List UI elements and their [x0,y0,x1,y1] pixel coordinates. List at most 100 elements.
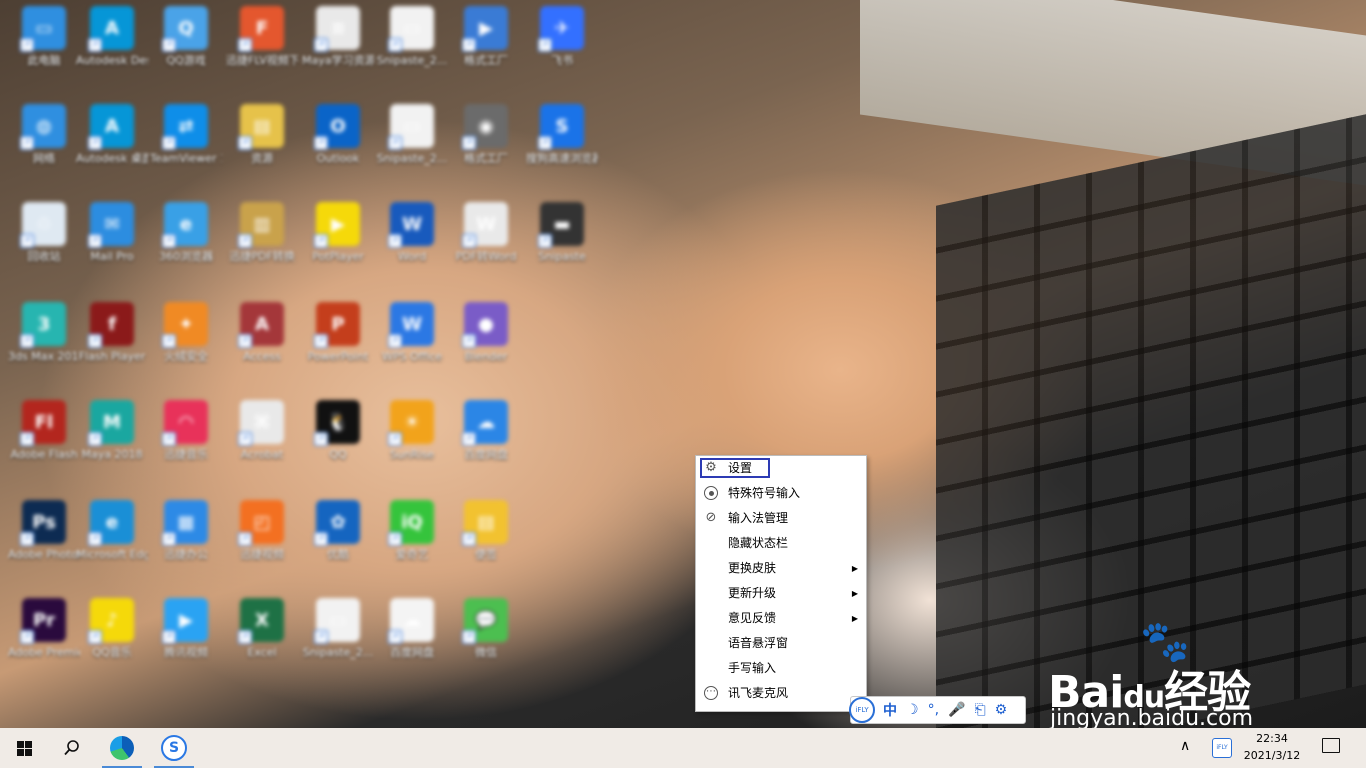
menu-item[interactable]: 特殊符号输入 [696,481,866,506]
desktop-icon[interactable]: ▭ ↗ 此电脑 [8,2,80,98]
microphone-icon[interactable]: 🎤 [948,702,965,718]
menu-item[interactable]: 意见反馈 ▶ [696,606,866,631]
desktop-icon[interactable]: ⇄↗ TeamViewer 12 [150,100,222,196]
desktop-icon[interactable]: W ↗ PDF转Word [450,198,522,294]
app-icon: ▭ ↗ [388,6,434,52]
app-icon: A ↗ [238,302,284,348]
soft-keyboard-icon[interactable]: ⎗ [974,702,985,718]
desktop-icon[interactable]: ◍ ↗ 网络 [8,100,80,196]
desktop-icon[interactable]: ◠ ↗ 迅捷音乐 [150,396,222,492]
desktop-icon[interactable]: Pr↗ Adobe Premiere [8,594,80,690]
desktop-icon[interactable]: ▤ ↗ 便签 [450,496,522,592]
desktop-icon[interactable]: ▶ ↗ 腾讯视频 [150,594,222,690]
desktop-icon[interactable]: ▶ ↗ 格式工厂 [450,2,522,98]
desktop-icon[interactable]: ⌘ ↗ Acrobat [226,396,298,492]
desktop-icon[interactable]: ♪ ↗ QQ音乐 [76,594,148,690]
shortcut-arrow-icon: ↗ [20,432,34,446]
chevron-up-icon[interactable]: ∧ [1180,738,1190,754]
app-icon: ☁ ↗ [462,400,508,446]
desktop-icon[interactable]: ▶ ↗ PotPlayer [302,198,374,294]
menu-item[interactable]: 手写输入 [696,656,866,681]
desktop-icon[interactable]: ◉ ↗ 格式工厂 [450,100,522,196]
desktop-icon[interactable]: ▤ ↗ 资源 [226,100,298,196]
notification-icon[interactable] [1322,738,1340,753]
taskbar-sogou-browser[interactable]: S [150,728,198,768]
taskbar-clock[interactable]: 22:34 2021/3/12 [1236,730,1308,764]
app-icon: ◍ ↗ [20,104,66,150]
desktop-icon[interactable]: ▭ ↗ Snipaste_2... [302,594,374,690]
app-icon: ▤ ↗ [238,104,284,150]
desktop-icon[interactable]: ✦ ↗ 火绒安全 [150,298,222,394]
shortcut-arrow-icon: ↗ [20,234,34,248]
desktop-icon-grid: ▭↗ 此电脑 A↗ Autodesk Desktop Q↗ QQ游戏 F↗ 迅捷FLV视频下载… [0,0,600,720]
desktop-icon[interactable]: ▭ ↗ Snipaste_2... [376,2,448,98]
menu-item[interactable]: 更换皮肤 ▶ [696,556,866,581]
search-button[interactable] [48,728,96,768]
desktop-icon[interactable]: ✿ ↗ 优酷 [302,496,374,592]
submenu-arrow-icon: ▶ [851,614,858,623]
desktop-icon[interactable]: Ps↗ Adobe Photoshop [8,496,80,592]
desktop-icon[interactable]: M ↗ Maya 2018 [76,396,148,492]
desktop-icon[interactable]: A ↗ Access [226,298,298,394]
desktop-icon[interactable]: 3 ↗ 3ds Max 2017 [8,298,80,394]
menu-item[interactable]: 语音悬浮窗 [696,631,866,656]
fullwidth-icon[interactable]: °, [928,702,939,718]
desktop-icon[interactable]: 🐧 ↗ QQ [302,396,374,492]
taskbar-edge[interactable] [98,728,146,768]
shortcut-arrow-icon: ↗ [88,532,102,546]
gear-icon[interactable]: ⚙ [995,702,1008,718]
shortcut-arrow-icon: ↗ [238,630,252,644]
desktop-icon[interactable]: 💬 ↗ 微信 [450,594,522,690]
desktop-icon[interactable]: f ↗ Flash Player [76,298,148,394]
desktop-icon[interactable]: ✉ ↗ Mail Pro [76,198,148,294]
desktop-icon[interactable]: iQ ↗ 爱奇艺 [376,496,448,592]
desktop-icon[interactable]: P ↗ PowerPoint [302,298,374,394]
app-icon: ▶ ↗ [314,202,360,248]
desktop-icon[interactable]: O ↗ Outlook [302,100,374,196]
menu-item[interactable]: 更新升级 ▶ [696,581,866,606]
tray-ifly-icon[interactable]: iFLY [1212,738,1232,758]
app-icon: O ↗ [314,104,360,150]
desktop-icon[interactable]: W ↗ WPS Office [376,298,448,394]
desktop-icon[interactable]: ✈ ↗ 飞书 [526,2,598,98]
desktop-icon[interactable]: ● ↗ Blender [450,298,522,394]
desktop-icon[interactable]: ▭ ↗ Snipaste_2... [376,100,448,196]
desktop-icon[interactable]: e↗ Microsoft Edge [76,496,148,592]
ifly-logo-icon[interactable]: iFLY [849,697,875,723]
desktop-icon[interactable]: F↗ 迅捷FLV视频下载器 [226,2,298,98]
desktop-icon-label: Autodesk Desktop [76,54,148,67]
gear-icon: ⚙ [705,460,717,475]
shortcut-arrow-icon: ↗ [238,38,252,52]
shortcut-arrow-icon: ↗ [238,432,252,446]
desktop-icon[interactable]: ▬ ↗ Snipaste [526,198,598,294]
menu-item[interactable]: ⚙ 设置 [696,456,866,481]
menu-item[interactable]: ⊘ 输入法管理 [696,506,866,531]
desktop-icon[interactable]: ♲ ↗ 回收站 [8,198,80,294]
shortcut-arrow-icon: ↗ [20,334,34,348]
desktop-icon[interactable]: ▦ ↗ 迅捷办公 [150,496,222,592]
desktop-icon[interactable]: ☁ ↗ 百度网盘 [376,594,448,690]
desktop-icon[interactable]: A↗ Autodesk Desktop [76,2,148,98]
more-icon: ⋯ [704,686,718,700]
desktop-icon[interactable]: ☀ ↗ SunRise [376,396,448,492]
desktop-icon[interactable]: X ↗ Excel [226,594,298,690]
desktop-icon[interactable]: S ↗ 搜狗高速浏览器 [526,100,598,196]
desktop-icon-label: Maya学习资源.txt [302,54,374,67]
desktop-icon[interactable]: ◰ ↗ 迅捷视频 [226,496,298,592]
desktop-icon[interactable]: e ↗ 360浏览器 [150,198,222,294]
ime-mode-toggle[interactable]: 中 [883,700,897,720]
shortcut-arrow-icon: ↗ [388,532,402,546]
menu-item[interactable]: ⋯ 讯飞麦克风 [696,681,866,706]
desktop-icon[interactable]: ≡↗ Maya学习资源.txt [302,2,374,98]
start-button[interactable] [0,728,48,768]
menu-item[interactable]: 隐藏状态栏 [696,531,866,556]
desktop-icon[interactable]: ☁ ↗ 百度网盘 [450,396,522,492]
punctuation-moon-icon[interactable]: ☽ [906,702,919,718]
desktop-icon[interactable]: A↗ Autodesk 桌面应用程序 [76,100,148,196]
desktop-icon[interactable]: Q ↗ QQ游戏 [150,2,222,98]
desktop-icon[interactable]: ▥ ↗ 迅捷PDF转换 [226,198,298,294]
menu-item-label: 隐藏状态栏 [728,536,789,550]
desktop-icon[interactable]: W ↗ Word [376,198,448,294]
desktop-icon[interactable]: Fl ↗ Adobe Flash [8,396,80,492]
ime-status-toolbar[interactable]: iFLY 中 ☽ °, 🎤 ⎗ ⚙ [849,696,1026,724]
